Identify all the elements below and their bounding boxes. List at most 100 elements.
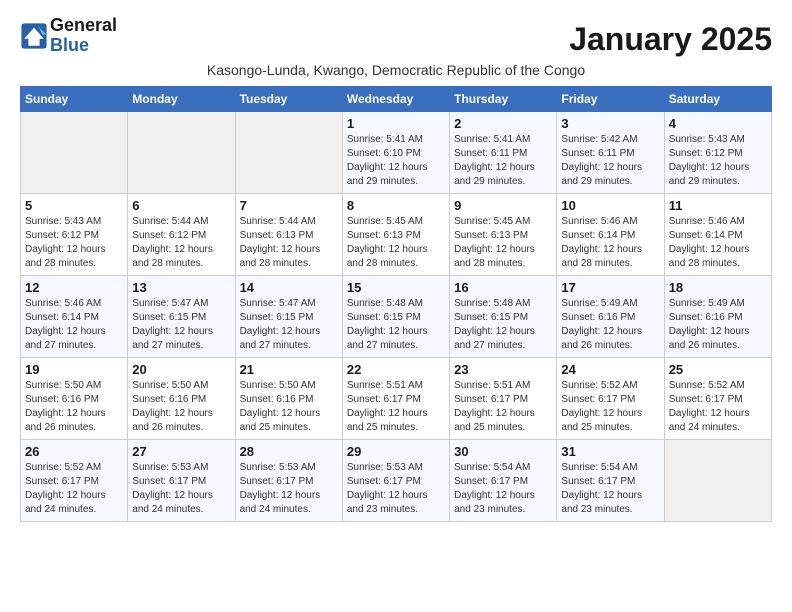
day-info: Sunrise: 5:41 AM Sunset: 6:10 PM Dayligh… (347, 133, 445, 189)
day-info: Sunrise: 5:48 AM Sunset: 6:15 PM Dayligh… (347, 297, 445, 353)
calendar-cell: 12 Sunrise: 5:46 AM Sunset: 6:14 PM Dayli… (21, 275, 128, 357)
calendar-body: 1Sunrise: 5:41 AM Sunset: 6:10 PM Daylig… (21, 111, 772, 521)
header-sunday: Sunday (21, 86, 128, 111)
calendar-cell: 8 Sunrise: 5:45 AM Sunset: 6:13 PM Daylig… (342, 193, 449, 275)
day-number: 28 (240, 444, 338, 459)
day-number: 22 (347, 362, 445, 377)
day-info: Sunrise: 5:53 AM Sunset: 6:17 PM Dayligh… (132, 461, 230, 517)
day-info: Sunrise: 5:44 AM Sunset: 6:12 PM Dayligh… (132, 215, 230, 271)
day-info: Sunrise: 5:52 AM Sunset: 6:17 PM Dayligh… (25, 461, 123, 517)
calendar-cell: 19 Sunrise: 5:50 AM Sunset: 6:16 PM Dayli… (21, 357, 128, 439)
calendar-cell: 27 Sunrise: 5:53 AM Sunset: 6:17 PM Dayli… (128, 439, 235, 521)
header-thursday: Thursday (450, 86, 557, 111)
calendar-header-row: SundayMondayTuesdayWednesdayThursdayFrid… (21, 86, 772, 111)
day-info: Sunrise: 5:52 AM Sunset: 6:17 PM Dayligh… (561, 379, 659, 435)
logo: General Blue (20, 16, 117, 56)
calendar-cell: 25 Sunrise: 5:52 AM Sunset: 6:17 PM Dayli… (664, 357, 771, 439)
week-row-4: 19 Sunrise: 5:50 AM Sunset: 6:16 PM Dayli… (21, 357, 772, 439)
day-info: Sunrise: 5:46 AM Sunset: 6:14 PM Dayligh… (669, 215, 767, 271)
calendar-cell: 26 Sunrise: 5:52 AM Sunset: 6:17 PM Dayli… (21, 439, 128, 521)
logo-icon (20, 22, 48, 50)
calendar-subtitle: Kasongo-Lunda, Kwango, Democratic Republ… (20, 62, 772, 78)
day-info: Sunrise: 5:51 AM Sunset: 6:17 PM Dayligh… (347, 379, 445, 435)
header-wednesday: Wednesday (342, 86, 449, 111)
day-info: Sunrise: 5:54 AM Sunset: 6:17 PM Dayligh… (454, 461, 552, 517)
calendar-cell: 23 Sunrise: 5:51 AM Sunset: 6:17 PM Dayli… (450, 357, 557, 439)
day-number: 25 (669, 362, 767, 377)
calendar-cell: 3 Sunrise: 5:42 AM Sunset: 6:11 PM Daylig… (557, 111, 664, 193)
day-info: Sunrise: 5:44 AM Sunset: 6:13 PM Dayligh… (240, 215, 338, 271)
calendar-cell: 28 Sunrise: 5:53 AM Sunset: 6:17 PM Dayli… (235, 439, 342, 521)
calendar-cell (664, 439, 771, 521)
day-number: 18 (669, 280, 767, 295)
day-number: 3 (561, 116, 659, 131)
week-row-1: 1Sunrise: 5:41 AM Sunset: 6:10 PM Daylig… (21, 111, 772, 193)
day-number: 6 (132, 198, 230, 213)
day-number: 17 (561, 280, 659, 295)
calendar-cell: 20 Sunrise: 5:50 AM Sunset: 6:16 PM Dayli… (128, 357, 235, 439)
day-number: 14 (240, 280, 338, 295)
calendar-cell: 13Sunrise: 5:47 AM Sunset: 6:15 PM Dayli… (128, 275, 235, 357)
calendar-cell: 11Sunrise: 5:46 AM Sunset: 6:14 PM Dayli… (664, 193, 771, 275)
day-info: Sunrise: 5:50 AM Sunset: 6:16 PM Dayligh… (132, 379, 230, 435)
calendar-cell: 31 Sunrise: 5:54 AM Sunset: 6:17 PM Dayli… (557, 439, 664, 521)
day-number: 9 (454, 198, 552, 213)
header-saturday: Saturday (664, 86, 771, 111)
day-info: Sunrise: 5:46 AM Sunset: 6:14 PM Dayligh… (25, 297, 123, 353)
day-info: Sunrise: 5:49 AM Sunset: 6:16 PM Dayligh… (669, 297, 767, 353)
calendar-cell: 1Sunrise: 5:41 AM Sunset: 6:10 PM Daylig… (342, 111, 449, 193)
calendar-cell: 7 Sunrise: 5:44 AM Sunset: 6:13 PM Daylig… (235, 193, 342, 275)
calendar-cell: 29Sunrise: 5:53 AM Sunset: 6:17 PM Dayli… (342, 439, 449, 521)
calendar-cell (235, 111, 342, 193)
week-row-3: 12 Sunrise: 5:46 AM Sunset: 6:14 PM Dayli… (21, 275, 772, 357)
day-number: 5 (25, 198, 123, 213)
day-info: Sunrise: 5:42 AM Sunset: 6:11 PM Dayligh… (561, 133, 659, 189)
week-row-2: 5 Sunrise: 5:43 AM Sunset: 6:12 PM Daylig… (21, 193, 772, 275)
day-number: 20 (132, 362, 230, 377)
day-number: 31 (561, 444, 659, 459)
logo-line2: Blue (50, 36, 117, 56)
calendar-cell: 4Sunrise: 5:43 AM Sunset: 6:12 PM Daylig… (664, 111, 771, 193)
day-info: Sunrise: 5:53 AM Sunset: 6:17 PM Dayligh… (240, 461, 338, 517)
day-number: 2 (454, 116, 552, 131)
day-number: 7 (240, 198, 338, 213)
day-info: Sunrise: 5:54 AM Sunset: 6:17 PM Dayligh… (561, 461, 659, 517)
day-number: 26 (25, 444, 123, 459)
calendar-cell: 16Sunrise: 5:48 AM Sunset: 6:15 PM Dayli… (450, 275, 557, 357)
day-number: 13 (132, 280, 230, 295)
calendar-cell: 18 Sunrise: 5:49 AM Sunset: 6:16 PM Dayli… (664, 275, 771, 357)
header-tuesday: Tuesday (235, 86, 342, 111)
calendar-cell: 6 Sunrise: 5:44 AM Sunset: 6:12 PM Daylig… (128, 193, 235, 275)
day-info: Sunrise: 5:48 AM Sunset: 6:15 PM Dayligh… (454, 297, 552, 353)
day-number: 4 (669, 116, 767, 131)
day-info: Sunrise: 5:50 AM Sunset: 6:16 PM Dayligh… (25, 379, 123, 435)
calendar-cell: 14 Sunrise: 5:47 AM Sunset: 6:15 PM Dayli… (235, 275, 342, 357)
day-number: 30 (454, 444, 552, 459)
day-number: 12 (25, 280, 123, 295)
calendar-cell: 9 Sunrise: 5:45 AM Sunset: 6:13 PM Daylig… (450, 193, 557, 275)
calendar-cell: 22 Sunrise: 5:51 AM Sunset: 6:17 PM Dayli… (342, 357, 449, 439)
calendar-cell: 30 Sunrise: 5:54 AM Sunset: 6:17 PM Dayli… (450, 439, 557, 521)
day-number: 29 (347, 444, 445, 459)
day-info: Sunrise: 5:50 AM Sunset: 6:16 PM Dayligh… (240, 379, 338, 435)
calendar-cell (128, 111, 235, 193)
day-number: 23 (454, 362, 552, 377)
day-info: Sunrise: 5:47 AM Sunset: 6:15 PM Dayligh… (240, 297, 338, 353)
day-info: Sunrise: 5:52 AM Sunset: 6:17 PM Dayligh… (669, 379, 767, 435)
day-info: Sunrise: 5:45 AM Sunset: 6:13 PM Dayligh… (347, 215, 445, 271)
day-info: Sunrise: 5:43 AM Sunset: 6:12 PM Dayligh… (25, 215, 123, 271)
day-number: 8 (347, 198, 445, 213)
day-number: 19 (25, 362, 123, 377)
calendar-cell: 5 Sunrise: 5:43 AM Sunset: 6:12 PM Daylig… (21, 193, 128, 275)
day-info: Sunrise: 5:51 AM Sunset: 6:17 PM Dayligh… (454, 379, 552, 435)
calendar-cell: 17 Sunrise: 5:49 AM Sunset: 6:16 PM Dayli… (557, 275, 664, 357)
calendar-cell: 10Sunrise: 5:46 AM Sunset: 6:14 PM Dayli… (557, 193, 664, 275)
day-number: 27 (132, 444, 230, 459)
calendar-cell: 15Sunrise: 5:48 AM Sunset: 6:15 PM Dayli… (342, 275, 449, 357)
day-info: Sunrise: 5:41 AM Sunset: 6:11 PM Dayligh… (454, 133, 552, 189)
day-number: 24 (561, 362, 659, 377)
day-info: Sunrise: 5:49 AM Sunset: 6:16 PM Dayligh… (561, 297, 659, 353)
day-info: Sunrise: 5:46 AM Sunset: 6:14 PM Dayligh… (561, 215, 659, 271)
header-monday: Monday (128, 86, 235, 111)
day-info: Sunrise: 5:45 AM Sunset: 6:13 PM Dayligh… (454, 215, 552, 271)
